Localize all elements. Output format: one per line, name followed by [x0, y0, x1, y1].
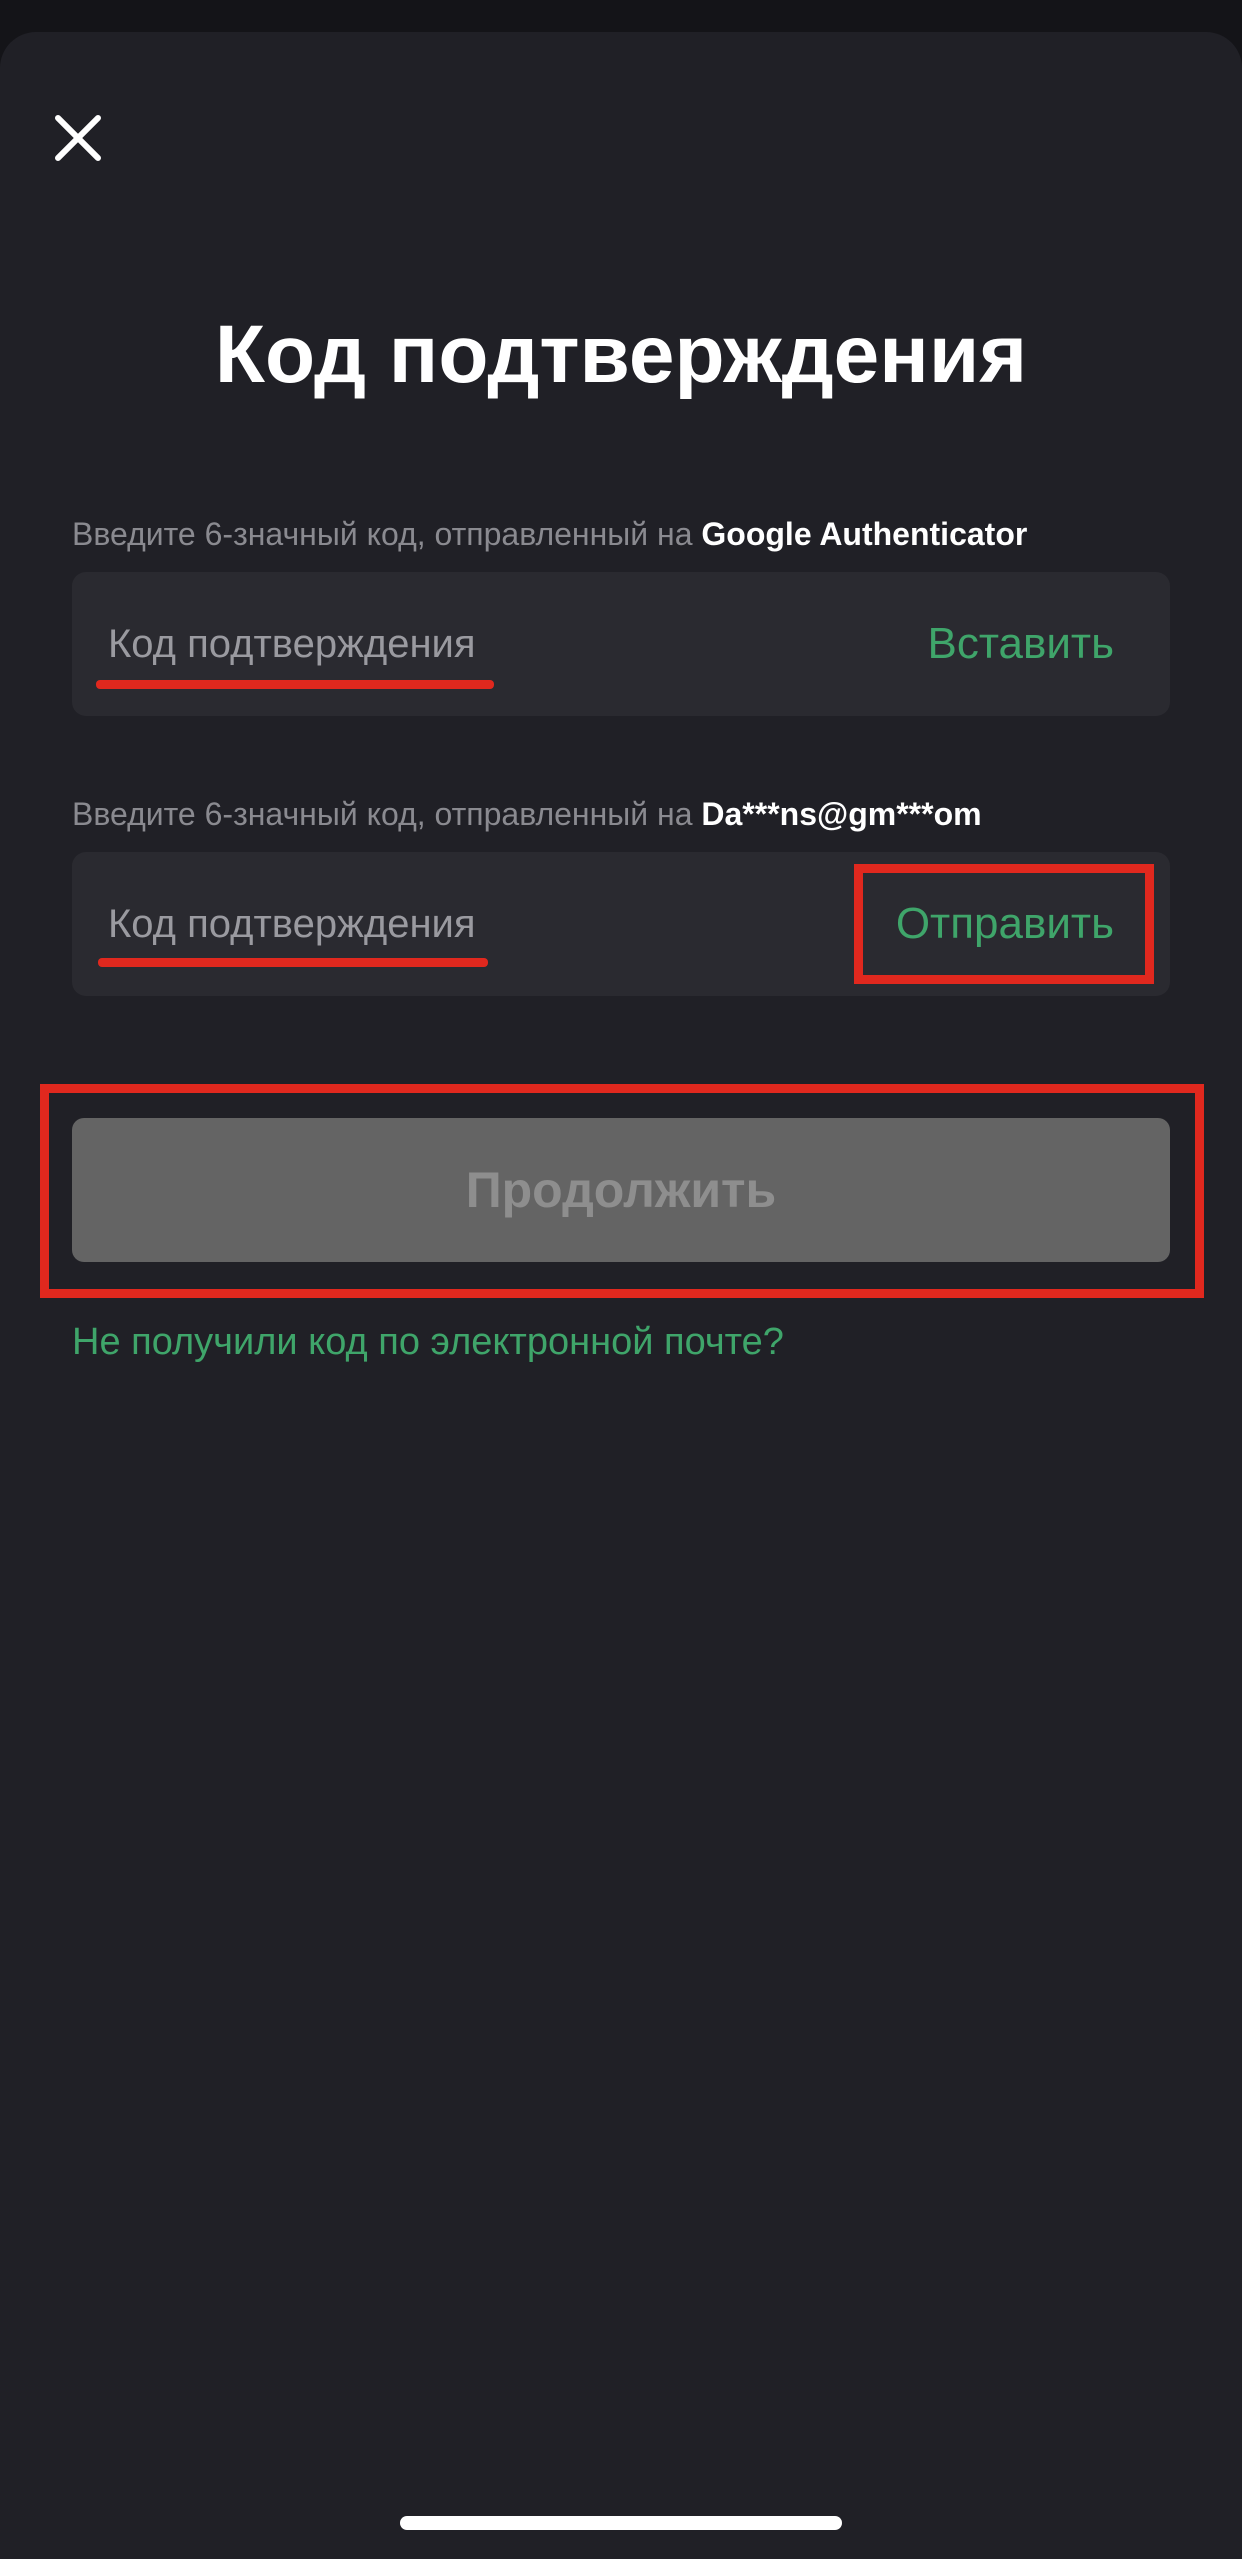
page-title: Код подтверждения — [214, 309, 1028, 400]
annotation-underline-authenticator — [96, 680, 494, 689]
authenticator-code-field: Вставить — [72, 572, 1170, 716]
authenticator-label-prefix: Введите 6-значный код, отправленный на — [72, 516, 702, 552]
authenticator-label-target: Google Authenticator — [701, 516, 1028, 552]
close-icon[interactable] — [48, 108, 108, 168]
email-label-prefix: Введите 6-значный код, отправленный на — [72, 796, 702, 832]
email-label-target: Da***ns@gm***om — [701, 796, 982, 832]
email-label: Введите 6-значный код, отправленный на D… — [72, 792, 982, 836]
annotation-underline-email — [98, 958, 488, 967]
authenticator-label: Введите 6-значный код, отправленный на G… — [72, 512, 1027, 556]
annotation-box-send — [854, 864, 1154, 984]
no-code-link[interactable]: Не получили код по электронной почте? — [72, 1314, 784, 1370]
paste-button[interactable]: Вставить — [927, 612, 1114, 676]
annotation-box-continue — [40, 1084, 1204, 1298]
home-indicator — [400, 2516, 842, 2530]
email-code-input[interactable] — [108, 892, 668, 956]
authenticator-code-input[interactable] — [108, 612, 668, 676]
